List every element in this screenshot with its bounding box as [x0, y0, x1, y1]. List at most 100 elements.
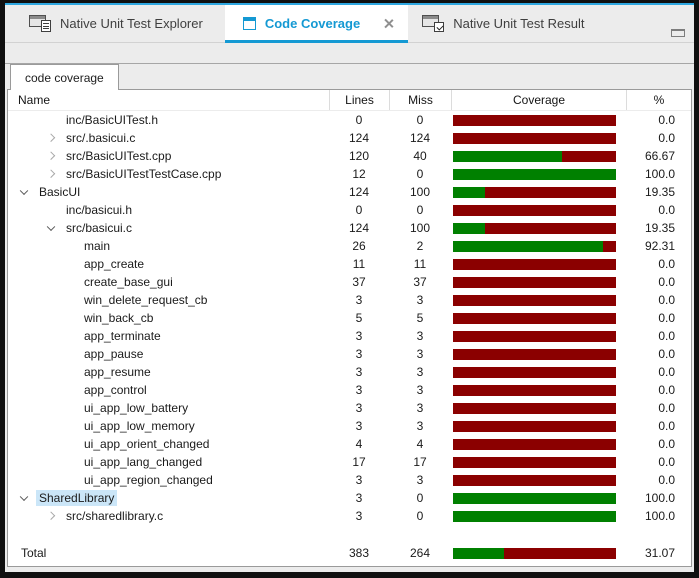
row-name-cell: ui_app_lang_changed — [8, 453, 329, 471]
coverage-bar — [453, 403, 616, 414]
row-label[interactable]: ui_app_lang_changed — [81, 454, 205, 470]
table-row[interactable]: ui_app_region_changed330.0 — [8, 471, 691, 489]
row-label[interactable]: SharedLibrary — [36, 490, 117, 506]
table-row[interactable]: app_control330.0 — [8, 381, 691, 399]
table-row[interactable]: ui_app_low_battery330.0 — [8, 399, 691, 417]
table-row[interactable]: ui_app_lang_changed17170.0 — [8, 453, 691, 471]
row-label[interactable]: ui_app_low_battery — [81, 400, 191, 416]
row-label[interactable]: src/BasicUITest.cpp — [63, 148, 174, 164]
row-percent-cell: 0.0 — [626, 203, 691, 217]
table-row[interactable]: main26292.31 — [8, 237, 691, 255]
coverage-bar — [453, 331, 616, 342]
row-label[interactable]: BasicUI — [36, 184, 83, 200]
chevron-down-icon[interactable] — [20, 187, 28, 195]
column-header-miss[interactable]: Miss — [389, 90, 451, 110]
table-row[interactable]: inc/basicui.h000.0 — [8, 201, 691, 219]
row-percent-cell: 66.67 — [626, 149, 691, 163]
row-label[interactable]: app_control — [81, 382, 150, 398]
coverage-bar — [453, 349, 616, 360]
row-label[interactable]: main — [81, 238, 113, 254]
column-header-percent[interactable]: % — [626, 90, 691, 110]
tab-native-unit-test-result[interactable]: Native Unit Test Result — [408, 5, 630, 42]
row-label[interactable]: ui_app_region_changed — [81, 472, 216, 488]
row-name-cell: win_back_cb — [8, 309, 329, 327]
row-label[interactable]: ui_app_orient_changed — [81, 436, 212, 452]
table-row[interactable]: BasicUI12410019.35 — [8, 183, 691, 201]
row-label[interactable]: src/BasicUITestTestCase.cpp — [63, 166, 224, 182]
row-miss-cell: 0 — [389, 113, 451, 127]
row-lines-cell: 0 — [329, 113, 389, 127]
row-label[interactable]: src/sharedlibrary.c — [63, 508, 166, 524]
table-row[interactable]: src/.basicui.c1241240.0 — [8, 129, 691, 147]
row-label[interactable]: app_resume — [81, 364, 154, 380]
row-miss-cell: 3 — [389, 347, 451, 361]
row-label[interactable]: app_terminate — [81, 328, 164, 344]
chevron-right-icon[interactable] — [47, 169, 55, 177]
table-row[interactable]: src/basicui.c12410019.35 — [8, 219, 691, 237]
row-lines-cell: 26 — [329, 239, 389, 253]
coverage-bar — [453, 133, 616, 144]
table-row[interactable]: app_create11110.0 — [8, 255, 691, 273]
table-row[interactable]: src/BasicUITest.cpp1204066.67 — [8, 147, 691, 165]
row-lines-cell: 11 — [329, 257, 389, 271]
row-miss-cell: 3 — [389, 473, 451, 487]
row-label[interactable]: src/basicui.c — [63, 220, 135, 236]
row-coverage-cell — [451, 259, 626, 270]
chevron-down-icon[interactable] — [47, 223, 55, 231]
tab-code-coverage-view[interactable]: code coverage — [10, 64, 119, 90]
row-label[interactable]: src/.basicui.c — [63, 130, 138, 146]
coverage-bar — [453, 115, 616, 126]
table-row[interactable]: src/BasicUITestTestCase.cpp120100.0 — [8, 165, 691, 183]
row-label[interactable]: inc/BasicUITest.h — [63, 112, 161, 128]
table-row[interactable]: ui_app_low_memory330.0 — [8, 417, 691, 435]
column-header-lines[interactable]: Lines — [329, 90, 389, 110]
row-label[interactable]: app_pause — [81, 346, 146, 362]
table-row[interactable]: SharedLibrary30100.0 — [8, 489, 691, 507]
table-header: Name Lines Miss Coverage % — [8, 90, 691, 111]
table-row[interactable]: app_terminate330.0 — [8, 327, 691, 345]
tab-native-unit-test-explorer[interactable]: Native Unit Test Explorer — [5, 5, 225, 42]
close-icon[interactable] — [383, 18, 394, 29]
table-row[interactable]: ui_app_orient_changed440.0 — [8, 435, 691, 453]
row-label[interactable]: inc/basicui.h — [63, 202, 135, 218]
total-name-cell: Total — [8, 544, 329, 562]
row-label[interactable]: ui_app_low_memory — [81, 418, 198, 434]
table-row[interactable]: create_base_gui37370.0 — [8, 273, 691, 291]
chevron-right-icon[interactable] — [47, 511, 55, 519]
tab-code-coverage[interactable]: Code Coverage — [225, 5, 408, 42]
row-percent-cell: 100.0 — [626, 167, 691, 181]
row-coverage-cell — [451, 223, 626, 234]
tab-label: Native Unit Test Result — [453, 16, 584, 31]
row-label[interactable]: create_base_gui — [81, 274, 176, 290]
minimize-icon[interactable] — [671, 29, 685, 37]
row-name-cell: SharedLibrary — [8, 489, 329, 507]
chevron-right-icon[interactable] — [47, 133, 55, 141]
chevron-down-icon[interactable] — [20, 493, 28, 501]
table-row[interactable]: app_resume330.0 — [8, 363, 691, 381]
total-row: Total 383 264 31.07 — [8, 544, 691, 562]
row-percent-cell: 100.0 — [626, 509, 691, 523]
coverage-bar-missed — [453, 349, 616, 360]
total-lines-cell: 383 — [329, 546, 389, 560]
total-bar-missed — [504, 548, 616, 559]
row-coverage-cell — [451, 241, 626, 252]
row-name-cell: app_create — [8, 255, 329, 273]
column-header-coverage[interactable]: Coverage — [451, 90, 626, 110]
table-row[interactable]: src/sharedlibrary.c30100.0 — [8, 507, 691, 525]
row-lines-cell: 124 — [329, 131, 389, 145]
row-lines-cell: 5 — [329, 311, 389, 325]
row-percent-cell: 0.0 — [626, 401, 691, 415]
coverage-bar-missed — [453, 457, 616, 468]
row-label[interactable]: win_back_cb — [81, 310, 156, 326]
row-label[interactable]: app_create — [81, 256, 147, 272]
coverage-bar — [453, 313, 616, 324]
row-name-cell: BasicUI — [8, 183, 329, 201]
table-row[interactable]: win_delete_request_cb330.0 — [8, 291, 691, 309]
table-row[interactable]: inc/BasicUITest.h000.0 — [8, 111, 691, 129]
table-row[interactable]: app_pause330.0 — [8, 345, 691, 363]
column-header-name[interactable]: Name — [8, 90, 329, 110]
chevron-right-icon[interactable] — [47, 151, 55, 159]
row-label[interactable]: win_delete_request_cb — [81, 292, 210, 308]
table-row[interactable]: win_back_cb550.0 — [8, 309, 691, 327]
coverage-bar — [453, 421, 616, 432]
